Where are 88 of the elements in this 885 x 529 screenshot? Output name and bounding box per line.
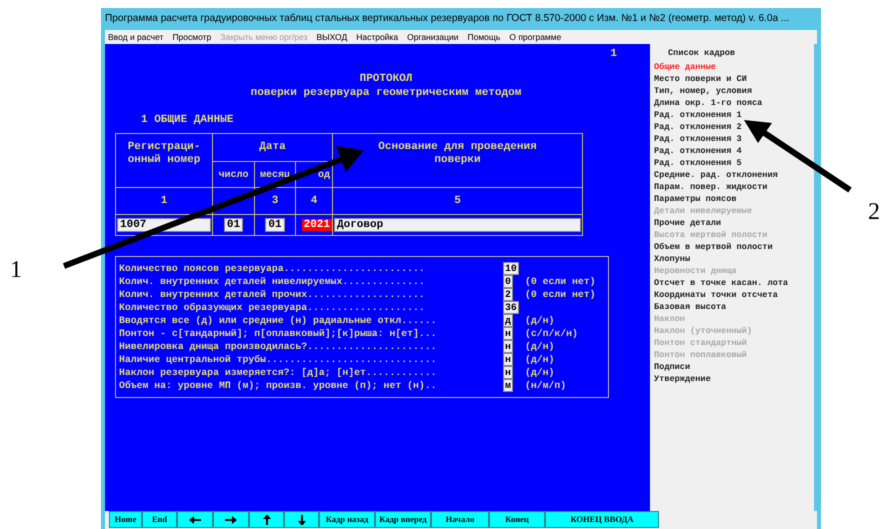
menu-item[interactable]: Организации bbox=[407, 30, 458, 44]
toolbar-button[interactable]: Начало bbox=[431, 511, 489, 528]
field-label: Количество поясов резервуара........................ bbox=[119, 262, 426, 275]
arrow-button[interactable] bbox=[284, 511, 319, 528]
frame-list-item[interactable]: Место поверки и СИ bbox=[654, 73, 814, 85]
menu-item[interactable]: ВЫХОД bbox=[316, 30, 348, 44]
toolbar-button[interactable]: Кадр назад bbox=[319, 511, 375, 528]
toolbar-button[interactable]: Конец bbox=[489, 511, 545, 528]
field-hint: (д/н) bbox=[525, 340, 554, 353]
field-hint: (0 если нет) bbox=[525, 275, 596, 288]
input-field[interactable]: н bbox=[503, 366, 513, 379]
frame-list-item[interactable]: Базовая высота bbox=[654, 301, 814, 313]
frame-list-item[interactable]: Отсчет в точке касан. лота bbox=[654, 277, 814, 289]
protocol-title: ПРОТОКОЛ bbox=[360, 73, 412, 86]
frame-list-item[interactable]: Объем в мертвой полости bbox=[654, 241, 814, 253]
frame-list-item[interactable]: Рад. отклонения 1 bbox=[654, 109, 814, 121]
input-field[interactable]: Договор bbox=[334, 218, 581, 232]
table-header: Дата bbox=[213, 134, 333, 162]
frame-list-item[interactable]: Длина окр. 1-го пояса bbox=[654, 97, 814, 109]
input-field[interactable]: н bbox=[503, 327, 513, 340]
input-field[interactable]: 0 bbox=[503, 275, 513, 288]
input-field[interactable]: 10 bbox=[503, 262, 519, 275]
page-number: 1 bbox=[610, 48, 617, 61]
field-hint: (д/н) bbox=[525, 366, 554, 379]
input-field[interactable]: 01 bbox=[224, 218, 244, 232]
column-number: 4 bbox=[310, 195, 318, 209]
list-title: Список кадров bbox=[668, 47, 736, 59]
frame-list-item[interactable]: Подписи bbox=[654, 361, 814, 373]
window-title: Программа расчета градуировочных таблиц стальных вертикальных резервуаров по ГОСТ 8.570-2000 с Изм. №1 и №2 (геометр. метод) v. 6.0a ... bbox=[105, 12, 790, 26]
frame-list-item[interactable]: Рад. отклонения 5 bbox=[654, 157, 814, 169]
frame-list-item[interactable]: Тип, номер, условия bbox=[654, 85, 814, 97]
frame-list-item[interactable]: Рад. отклонения 2 bbox=[654, 121, 814, 133]
input-field[interactable]: 36 bbox=[503, 301, 519, 314]
frame-list-item[interactable]: Рад. отклонения 4 bbox=[654, 145, 814, 157]
column-number: 5 bbox=[454, 195, 461, 209]
menu-item[interactable]: Помощь bbox=[468, 30, 500, 44]
field-label: Количество образующих резервуара.................... bbox=[119, 301, 426, 314]
table-header: Регистраци- онный номер bbox=[116, 134, 213, 188]
input-field[interactable]: 2021 bbox=[302, 219, 332, 231]
menu-item[interactable]: Настройка bbox=[356, 30, 398, 44]
arrow-button[interactable] bbox=[213, 511, 249, 528]
table-header: од bbox=[318, 169, 330, 183]
input-field[interactable]: 01 bbox=[265, 218, 285, 232]
input-field[interactable]: н bbox=[503, 353, 513, 366]
input-field[interactable]: 2 bbox=[503, 288, 513, 301]
field-hint: (д/н) bbox=[525, 353, 554, 366]
frame-list-item[interactable]: Координаты точки отсчета bbox=[654, 289, 814, 301]
field-label: Наклон резервуара измеряется?: [д]а; [н]ет............ bbox=[119, 366, 438, 379]
callout-number: 2 bbox=[868, 198, 880, 227]
column-number: 3 bbox=[272, 195, 278, 209]
field-label: Вводятся все (д) или средние (н) радиальные откл...... bbox=[119, 314, 438, 327]
field-hint: (н/м/п) bbox=[525, 379, 566, 392]
field-label: Нивелировка днища производилась?...................... bbox=[119, 340, 438, 353]
frame-list-item[interactable]: Хлопуны bbox=[654, 253, 814, 265]
toolbar-button[interactable]: Кадр вперед bbox=[375, 511, 431, 528]
field-label: Колич. внутренних деталей нивелируемых.............. bbox=[119, 275, 426, 288]
arrow-button[interactable] bbox=[249, 511, 284, 528]
field-label: Колич. внутренних деталей прочих.................... bbox=[119, 288, 426, 301]
menu-item[interactable]: О программе bbox=[509, 30, 562, 44]
right-arrow-icon bbox=[224, 514, 238, 524]
toolbar-button[interactable]: КОНЕЦ ВВОДА bbox=[545, 511, 659, 528]
field-label: Наличие центральной трубы............................. bbox=[119, 353, 438, 366]
frame-list-item[interactable]: Средние. рад. отклонения bbox=[654, 169, 814, 181]
input-field[interactable]: н bbox=[503, 340, 513, 353]
frame-list-item[interactable]: Рад. отклонения 3 bbox=[654, 133, 814, 145]
toolbar-button[interactable]: Home bbox=[109, 511, 142, 528]
menu-item[interactable]: Просмотр bbox=[172, 30, 212, 44]
field-label: Объем на: уровне МП (м); произв. уровне (п); нет (н).. bbox=[119, 379, 438, 392]
input-field[interactable]: д bbox=[503, 314, 513, 327]
field-hint: (с/п/к/н) bbox=[525, 327, 578, 340]
field-hint: (0 если нет) bbox=[525, 288, 596, 301]
protocol-subtitle: поверки резервуара геометрическим методом bbox=[250, 87, 522, 100]
menu-item[interactable]: Ввод и расчет bbox=[108, 30, 164, 44]
field-label: Понтон - с[тандарный]; п[оплавковый];[к]рыша: н[ет]... bbox=[119, 327, 438, 340]
arrow-button[interactable] bbox=[177, 511, 213, 528]
section-heading: 1 ОБЩИЕ ДАННЫЕ bbox=[141, 114, 234, 126]
callout-number: 1 bbox=[10, 256, 22, 285]
column-number: 1 bbox=[160, 195, 168, 209]
frame-list-item[interactable]: Утверждение bbox=[654, 373, 814, 385]
frame-list-item[interactable]: Параметры поясов bbox=[654, 193, 814, 205]
frame-list-item[interactable]: Прочие детали bbox=[654, 217, 814, 229]
toolbar-button[interactable]: End bbox=[142, 511, 177, 528]
input-field[interactable]: м bbox=[503, 379, 513, 392]
table-header: месяц bbox=[260, 169, 290, 183]
frame-list-item[interactable]: Парам. повер. жидкости bbox=[654, 181, 814, 193]
table-header: число bbox=[218, 169, 248, 183]
field-hint: (д/н) bbox=[525, 314, 554, 327]
left-arrow-icon bbox=[188, 514, 202, 524]
